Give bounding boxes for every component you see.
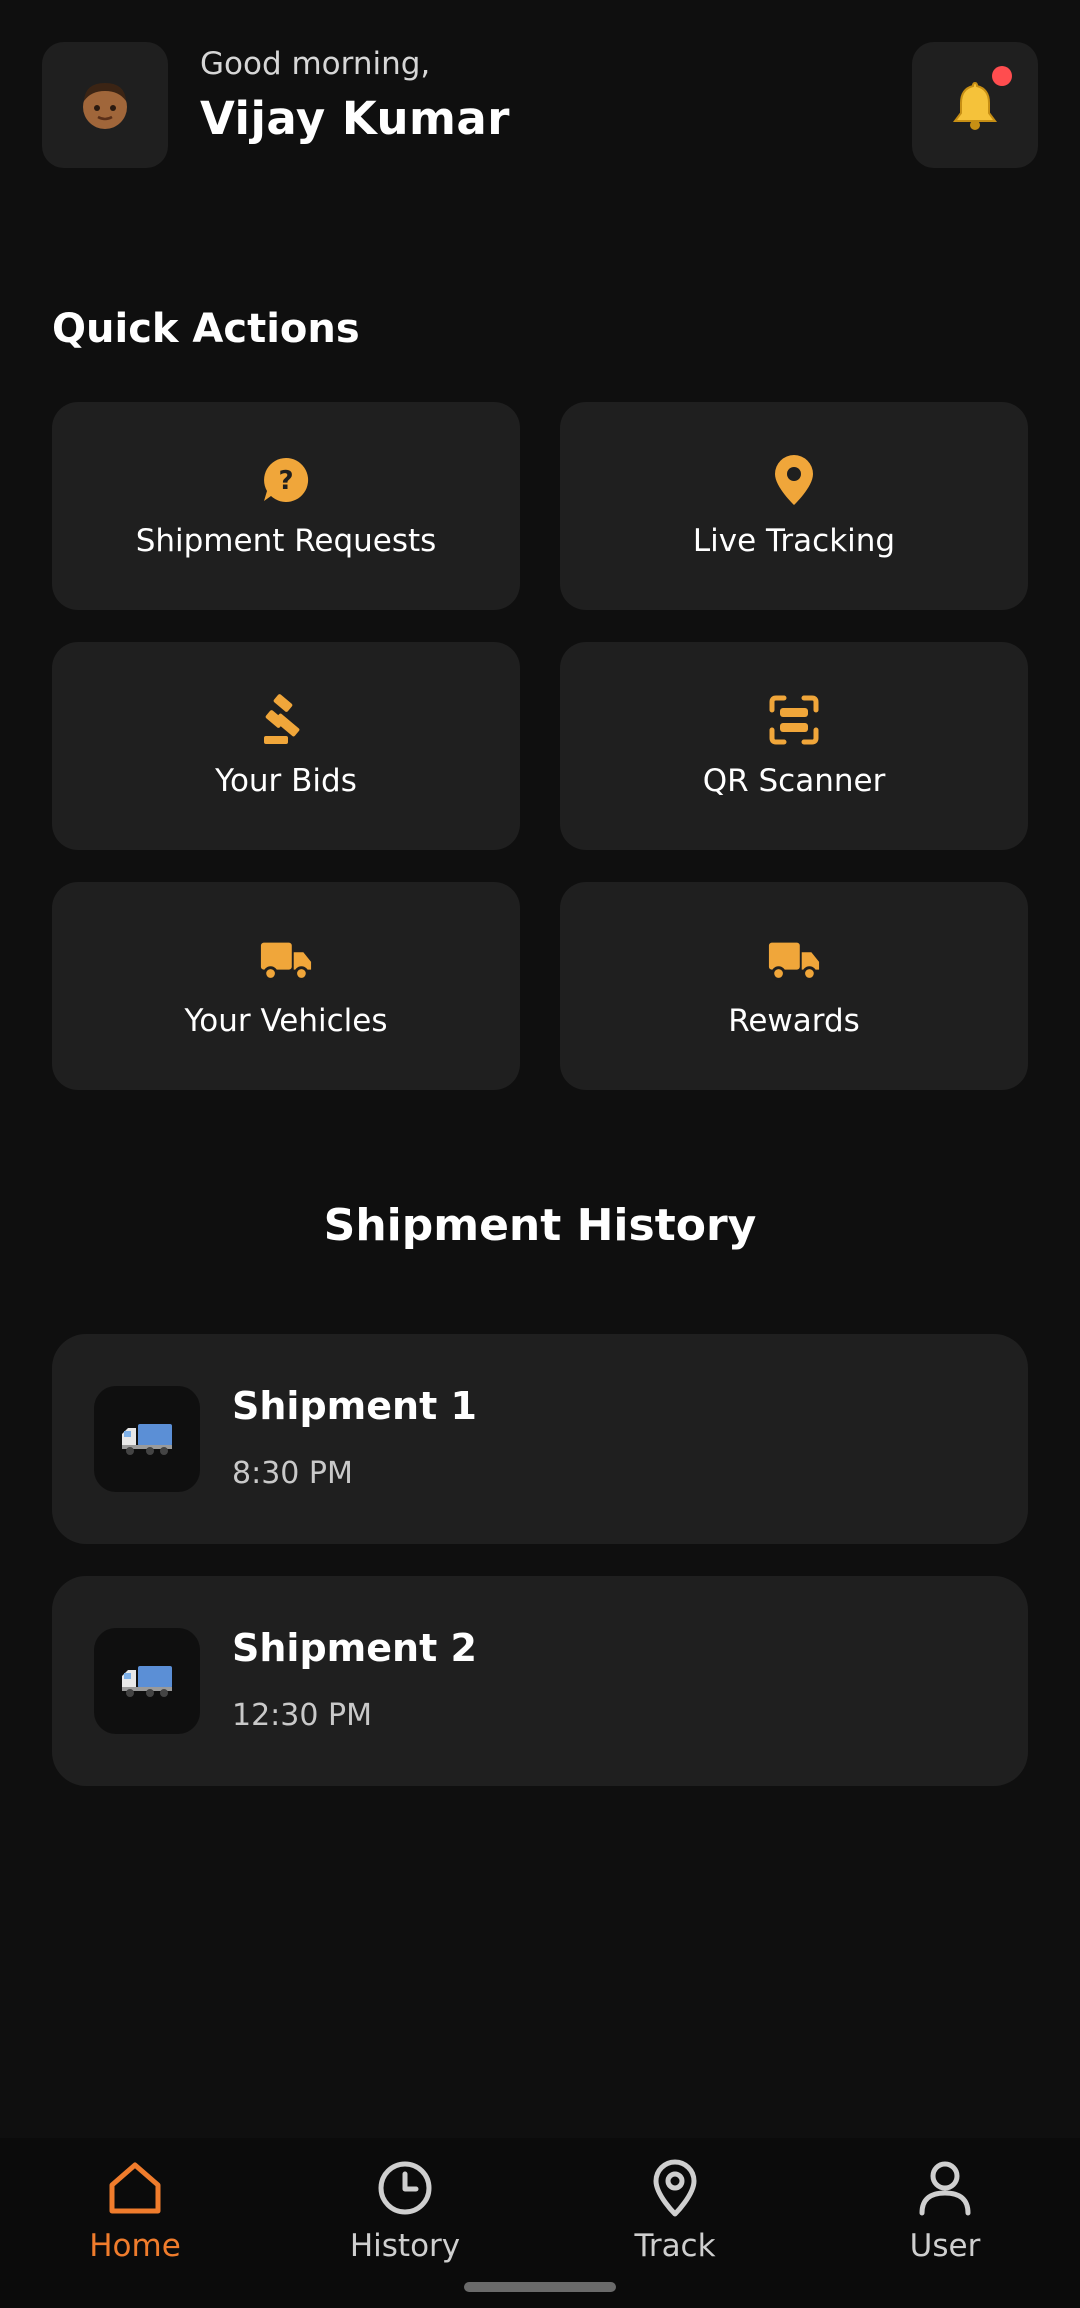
quick-actions-title: Quick Actions [52, 306, 360, 352]
shipment-name: Shipment 2 [232, 1626, 477, 1670]
home-indicator[interactable] [464, 2282, 616, 2292]
clock-icon [375, 2158, 435, 2218]
rewards-label: Rewards [728, 1003, 860, 1039]
user-name: Vijay Kumar [200, 92, 510, 145]
quick-actions-grid: ? Shipment Requests Live Tracking Your B… [52, 402, 1028, 1090]
map-pin-icon [645, 2158, 705, 2218]
shipment-requests-label: Shipment Requests [135, 523, 437, 559]
gavel-icon [259, 693, 313, 747]
your-bids-label: Your Bids [215, 763, 357, 799]
nav-label-track: Track [634, 2228, 716, 2264]
your-vehicles-button[interactable]: Your Vehicles [52, 882, 520, 1090]
user-icon [915, 2158, 975, 2218]
shipment-requests-button[interactable]: ? Shipment Requests [52, 402, 520, 610]
scan-icon [767, 693, 821, 747]
nav-item-home[interactable]: Home [0, 2138, 270, 2308]
nav-label-history: History [349, 2228, 461, 2264]
greeting-block: Good morning, Vijay Kumar [200, 46, 510, 145]
truck-icon [94, 1628, 200, 1734]
rewards-button[interactable]: Rewards [560, 882, 1028, 1090]
greeting-text: Good morning, [200, 46, 431, 82]
person-avatar-icon [83, 83, 127, 129]
list-item[interactable]: Shipment 1 8:30 PM [52, 1334, 1028, 1544]
bell-icon [953, 81, 997, 130]
nav-label-user: User [909, 2228, 981, 2264]
header: Good morning, Vijay Kumar [42, 42, 1038, 168]
shipment-time: 8:30 PM [232, 1456, 353, 1491]
avatar[interactable] [42, 42, 168, 168]
qr-scanner-label: QR Scanner [702, 763, 886, 799]
live-tracking-button[interactable]: Live Tracking [560, 402, 1028, 610]
truck-icon [94, 1386, 200, 1492]
question-chat-icon: ? [259, 453, 313, 507]
map-pin-icon [767, 453, 821, 507]
shipment-name: Shipment 1 [232, 1384, 477, 1428]
qr-scanner-button[interactable]: QR Scanner [560, 642, 1028, 850]
notification-badge [992, 66, 1012, 86]
nav-label-home: Home [89, 2228, 181, 2264]
home-screen: Good morning, Vijay Kumar Quick Actions … [0, 0, 1080, 2308]
list-item[interactable]: Shipment 2 12:30 PM [52, 1576, 1028, 1786]
truck-icon [767, 933, 821, 987]
live-tracking-label: Live Tracking [692, 523, 896, 559]
svg-text:?: ? [278, 466, 293, 496]
your-bids-button[interactable]: Your Bids [52, 642, 520, 850]
nav-item-user[interactable]: User [810, 2138, 1080, 2308]
notification-button[interactable] [912, 42, 1038, 168]
home-icon [105, 2158, 165, 2218]
shipment-time: 12:30 PM [232, 1698, 372, 1733]
your-vehicles-label: Your Vehicles [184, 1003, 388, 1039]
shipment-history-list: Shipment 1 8:30 PM Shipment 2 12:30 PM [52, 1334, 1028, 1818]
truck-icon [259, 933, 313, 987]
shipment-history-title: Shipment History [323, 1200, 757, 1251]
